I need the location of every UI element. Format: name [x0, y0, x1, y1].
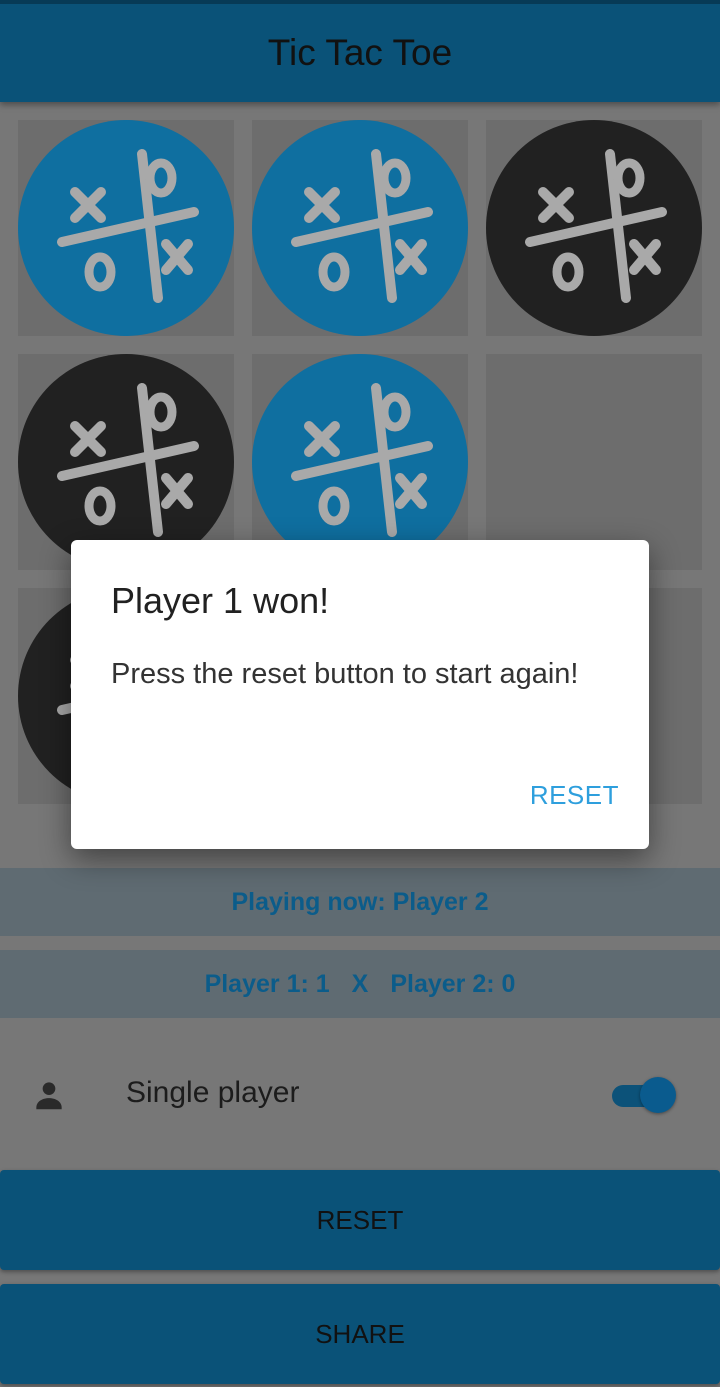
dialog-message: Press the reset button to start again! [111, 658, 579, 690]
tic-tac-toe-logo-icon [252, 354, 468, 570]
game-over-dialog: Player 1 won! Press the reset button to … [71, 540, 649, 849]
board-cell[interactable] [252, 120, 468, 336]
app-bar: Tic Tac Toe [0, 0, 720, 102]
player-piece-blue [252, 354, 468, 570]
dialog-reset-button[interactable]: RESET [530, 776, 619, 815]
player-piece-dark [486, 120, 702, 336]
player1-score: Player 1: 1 [204, 969, 330, 998]
toggle-thumb [640, 1077, 676, 1113]
single-player-setting[interactable]: Single player [0, 1052, 720, 1136]
board-cell[interactable] [486, 120, 702, 336]
board-cell[interactable] [18, 120, 234, 336]
tic-tac-toe-logo-icon [18, 354, 234, 570]
board-cell[interactable] [252, 354, 468, 570]
board-cell[interactable] [486, 354, 702, 570]
player-piece-blue [252, 120, 468, 336]
dialog-title: Player 1 won! [111, 580, 330, 621]
single-player-toggle[interactable] [610, 1077, 676, 1113]
playing-now-text: Playing now: Player 2 [231, 887, 489, 916]
current-player-status: Playing now: Player 2 [0, 868, 720, 936]
share-button-label: SHARE [315, 1318, 405, 1349]
tic-tac-toe-logo-icon [486, 120, 702, 336]
app-title: Tic Tac Toe [267, 32, 453, 73]
score-bar: Player 1: 1 X Player 2: 0 [0, 950, 720, 1018]
single-player-label: Single player [126, 1076, 300, 1109]
share-button[interactable]: SHARE [0, 1284, 720, 1384]
person-icon [36, 1082, 62, 1110]
player2-score: Player 2: 0 [390, 969, 516, 998]
player-piece-dark [18, 354, 234, 570]
score-separator: X [351, 969, 369, 998]
tic-tac-toe-logo-icon [252, 120, 468, 336]
reset-button[interactable]: RESET [0, 1170, 720, 1270]
board-cell[interactable] [18, 354, 234, 570]
tic-tac-toe-logo-icon [18, 120, 234, 336]
reset-button-label: RESET [316, 1204, 404, 1235]
player-piece-blue [18, 120, 234, 336]
